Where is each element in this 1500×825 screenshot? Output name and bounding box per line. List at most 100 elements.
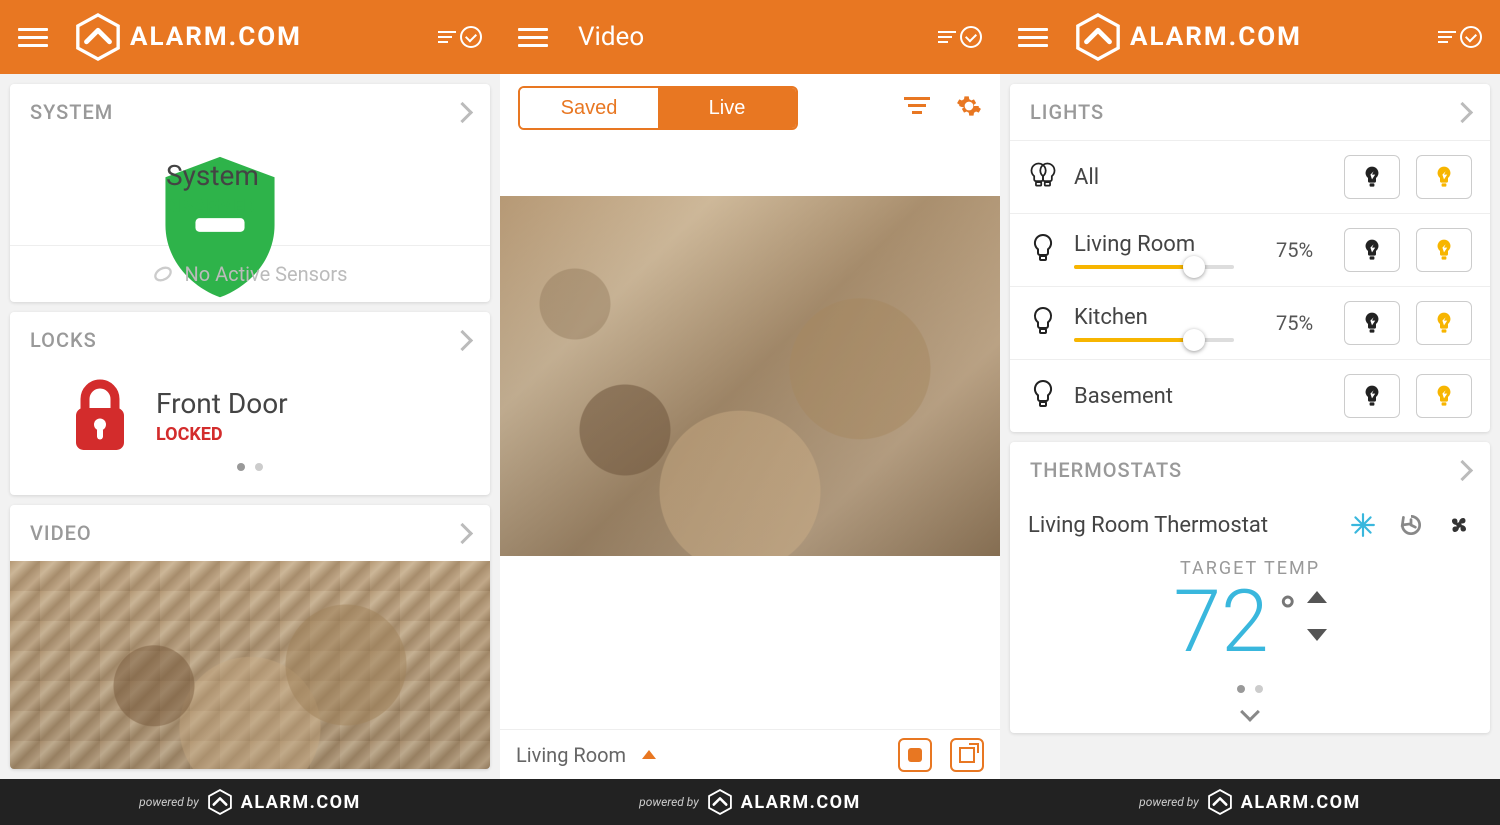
camera-name: Living Room xyxy=(516,743,626,767)
dimmer-pct: 75% xyxy=(1276,238,1328,262)
menu-icon[interactable] xyxy=(1018,23,1048,52)
light-name: Basement xyxy=(1074,384,1328,409)
light-on-button[interactable] xyxy=(1416,155,1472,199)
chevron-right-icon xyxy=(1455,105,1470,120)
lights-card: LIGHTS All Living Room 75% xyxy=(1010,84,1490,432)
fullscreen-button[interactable] xyxy=(950,738,984,772)
sensor-icon xyxy=(152,263,174,285)
light-name: Kitchen xyxy=(1074,305,1260,342)
menu-icon[interactable] xyxy=(518,23,548,52)
brand-text: ALARM.COM xyxy=(130,22,302,52)
lock-status-row[interactable]: Front Door LOCKED xyxy=(30,378,470,453)
dimmer-pct: 75% xyxy=(1276,311,1328,335)
scenes-icon[interactable] xyxy=(1438,26,1482,48)
brand-logo: ALARM.COM xyxy=(74,13,438,61)
scenes-icon[interactable] xyxy=(438,26,482,48)
app-footer: powered by ALARM.COM xyxy=(1000,779,1500,825)
lights-card-header[interactable]: LIGHTS xyxy=(1010,84,1490,140)
light-off-button[interactable] xyxy=(1344,374,1400,418)
tab-saved[interactable]: Saved xyxy=(520,88,658,128)
app-header: ALARM.COM xyxy=(0,0,500,74)
system-card: SYSTEM System DISARMED No Active Sensors xyxy=(10,84,490,302)
chevron-right-icon xyxy=(455,333,470,348)
thermo-header-label: THERMOSTATS xyxy=(1030,458,1182,482)
temp-down-button[interactable] xyxy=(1307,629,1327,641)
video-card-header[interactable]: VIDEO xyxy=(10,505,490,561)
screen-lights: ALARM.COM LIGHTS All Living Room xyxy=(1000,0,1500,825)
page-title: Video xyxy=(578,22,938,52)
thermostats-card: THERMOSTATS Living Room Thermostat TARGE… xyxy=(1010,442,1490,733)
bulbs-icon xyxy=(1028,160,1058,194)
fan-icon[interactable] xyxy=(1446,512,1472,538)
target-temp: 72 ° xyxy=(1010,579,1490,675)
footer-brand: ALARM.COM xyxy=(741,792,861,813)
system-title: System xyxy=(166,159,259,192)
locks-pager[interactable] xyxy=(30,453,470,475)
light-off-button[interactable] xyxy=(1344,228,1400,272)
dimmer-slider[interactable] xyxy=(1074,265,1234,269)
light-row-basement: Basement xyxy=(1010,359,1490,432)
expand-chevron-icon[interactable] xyxy=(1240,702,1260,722)
lights-header-label: LIGHTS xyxy=(1030,100,1104,124)
video-feed[interactable] xyxy=(500,196,1000,556)
tab-live[interactable]: Live xyxy=(658,88,796,128)
thermo-pager[interactable] xyxy=(1010,675,1490,697)
locks-card-header[interactable]: LOCKS xyxy=(10,312,490,368)
bulb-icon xyxy=(1028,233,1058,267)
camera-picker-icon[interactable] xyxy=(642,750,656,759)
light-name: Living Room xyxy=(1074,232,1260,269)
system-status-row[interactable]: System DISARMED xyxy=(30,150,470,225)
footer-brand: ALARM.COM xyxy=(241,792,361,813)
video-toolbar: Saved Live xyxy=(500,74,1000,136)
thermostat-name: Living Room Thermostat xyxy=(1028,513,1336,538)
app-footer: powered by ALARM.COM xyxy=(500,779,1000,825)
video-header-label: VIDEO xyxy=(30,521,92,545)
brand-text: ALARM.COM xyxy=(1130,22,1302,52)
brand-logo: ALARM.COM xyxy=(1074,13,1438,61)
chevron-right-icon xyxy=(455,105,470,120)
lock-state: LOCKED xyxy=(156,424,288,445)
shield-icon xyxy=(70,150,140,225)
thermo-card-header[interactable]: THERMOSTATS xyxy=(1010,442,1490,498)
record-button[interactable] xyxy=(898,738,932,772)
temp-up-button[interactable] xyxy=(1307,591,1327,603)
light-row-livingroom: Living Room 75% xyxy=(1010,213,1490,286)
system-header-label: SYSTEM xyxy=(30,100,113,124)
footer-brand: ALARM.COM xyxy=(1241,792,1361,813)
footer-prefix: powered by xyxy=(639,795,699,809)
cool-mode-icon[interactable] xyxy=(1350,512,1376,538)
filter-icon[interactable] xyxy=(904,93,930,123)
locks-header-label: LOCKS xyxy=(30,328,97,352)
camera-bar: Living Room xyxy=(500,729,1000,779)
light-on-button[interactable] xyxy=(1416,228,1472,272)
gear-icon[interactable] xyxy=(956,93,982,123)
dimmer-slider[interactable] xyxy=(1074,338,1234,342)
app-header: ALARM.COM xyxy=(1000,0,1500,74)
light-name: All xyxy=(1074,165,1328,190)
locks-card: LOCKS Front Door LOCKED xyxy=(10,312,490,495)
screen-home: ALARM.COM SYSTEM System DISARMED xyxy=(0,0,500,825)
home-content: SYSTEM System DISARMED No Active Sensors xyxy=(0,74,500,779)
degree-symbol: ° xyxy=(1279,585,1297,642)
footer-prefix: powered by xyxy=(139,795,199,809)
light-on-button[interactable] xyxy=(1416,374,1472,418)
light-row-all: All xyxy=(1010,140,1490,213)
bulb-icon xyxy=(1028,306,1058,340)
light-on-button[interactable] xyxy=(1416,301,1472,345)
target-temp-value: 72 xyxy=(1173,579,1268,665)
chevron-right-icon xyxy=(455,526,470,541)
light-off-button[interactable] xyxy=(1344,301,1400,345)
schedule-icon[interactable] xyxy=(1398,512,1424,538)
lock-icon xyxy=(70,378,130,453)
menu-icon[interactable] xyxy=(18,23,48,52)
app-footer: powered by ALARM.COM xyxy=(0,779,500,825)
light-off-button[interactable] xyxy=(1344,155,1400,199)
video-thumbnail[interactable] xyxy=(10,561,490,769)
system-card-header[interactable]: SYSTEM xyxy=(10,84,490,140)
screen-video: Video Saved Live Living Room powered by … xyxy=(500,0,1000,825)
light-row-kitchen: Kitchen 75% xyxy=(1010,286,1490,359)
system-state: DISARMED xyxy=(166,196,259,217)
app-header: Video xyxy=(500,0,1000,74)
scenes-icon[interactable] xyxy=(938,26,982,48)
saved-live-segment: Saved Live xyxy=(518,86,798,130)
